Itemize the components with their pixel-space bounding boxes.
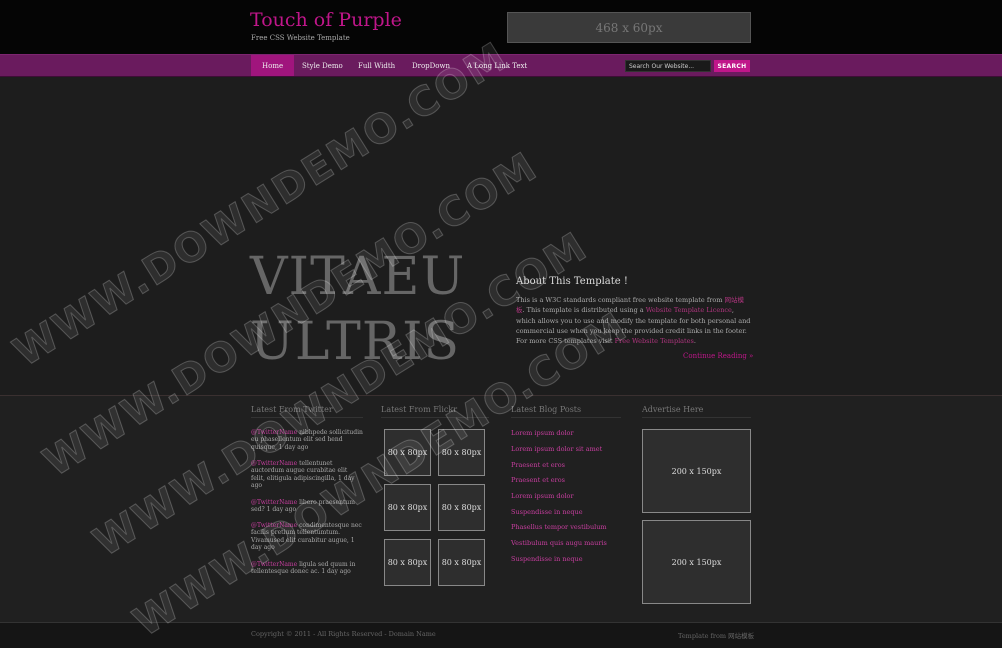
tweet-time: 1 day ago [266, 506, 297, 514]
blog-title: Latest Blog Posts [511, 405, 621, 418]
blog-post-link[interactable]: Lorem ipsum dolor [511, 492, 574, 500]
tweet-handle[interactable]: @TwitterName [251, 522, 297, 529]
search-button[interactable]: SEARCH [714, 60, 750, 72]
search-input[interactable]: Search Our Website... [625, 60, 711, 72]
blog-post-link[interactable]: Suspendisse in neque [511, 508, 583, 516]
site-title[interactable]: Touch of Purple [250, 9, 402, 31]
tweet-handle[interactable]: @TwitterName [251, 460, 297, 467]
tweet-handle[interactable]: @TwitterName [251, 429, 297, 436]
about-link-licence[interactable]: Website Template Licence [646, 306, 732, 314]
tweet-handle[interactable]: @TwitterName [251, 499, 297, 506]
tweet: @TwitterName libero praesentum sed? 1 da… [251, 499, 363, 514]
about-title: About This Template ! [516, 276, 628, 287]
flickr-thumb[interactable]: 80 x 80px [384, 429, 431, 476]
about-text: This is a W3C standards compliant free w… [516, 295, 752, 346]
advertise-title: Advertise Here [642, 405, 751, 418]
blog-post-link[interactable]: Suspendisse in neque [511, 555, 583, 563]
nav-long-link[interactable]: A Long Link Text [467, 55, 527, 76]
site-footer [0, 622, 1002, 648]
blog-post-link[interactable]: Praesent et eros [511, 461, 565, 469]
tweet-time: 1 day ago [278, 443, 309, 451]
tweet-handle[interactable]: @TwitterName [251, 561, 297, 568]
flickr-thumb[interactable]: 80 x 80px [384, 484, 431, 531]
copyright-text: Copyright © 2011 - All Rights Reserved -… [251, 630, 436, 638]
nav-full-width[interactable]: Full Width [358, 55, 395, 76]
twitter-title: Latest From Twitter [251, 405, 363, 418]
nav-dropdown[interactable]: DropDown [412, 55, 450, 76]
site-header: Touch of Purple Free CSS Website Templat… [0, 0, 1002, 54]
widgets-section [0, 395, 1002, 622]
about-link-free-templates[interactable]: Free Website Templates [615, 337, 694, 345]
continue-reading-link[interactable]: Continue Reading » [683, 352, 753, 360]
hero-heading-line-2: ULTRIS [250, 312, 461, 372]
nav-style-demo[interactable]: Style Demo [302, 55, 343, 76]
flickr-thumb[interactable]: 80 x 80px [438, 429, 485, 476]
hero-heading-line-1: VITAEU [250, 247, 466, 307]
blog-post-link[interactable]: Vestibulum quis augu mauris [511, 539, 607, 547]
main-navbar: Home Style Demo Full Width DropDown A Lo… [0, 54, 1002, 77]
footer-credit-link[interactable]: Template from 网站模板 [678, 630, 754, 640]
about-text-part: . [693, 337, 696, 346]
ad-box[interactable]: 200 x 150px [642, 520, 751, 604]
blog-post-link[interactable]: Phasellus tempor vestibulum [511, 523, 607, 531]
about-text-part: . This template is distributed using a [522, 306, 646, 315]
blog-post-link[interactable]: Lorem ipsum dolor sit amet [511, 445, 602, 453]
flickr-thumb[interactable]: 80 x 80px [384, 539, 431, 586]
flickr-title: Latest From Flickr [381, 405, 489, 418]
tweet: @TwitterName nibhpede sollicitudin eu ph… [251, 429, 363, 451]
site-tagline: Free CSS Website Template [251, 34, 350, 42]
tweet-time: 1 day ago [321, 568, 351, 576]
ad-box[interactable]: 200 x 150px [642, 429, 751, 513]
flickr-thumb[interactable]: 80 x 80px [438, 539, 485, 586]
tweet: @TwitterName tellentunet auctordum augue… [251, 460, 363, 490]
about-text-part: This is a W3C standards compliant free w… [516, 296, 725, 304]
hero-section [0, 77, 1002, 395]
tweet: @TwitterName ligula sed quum in tellente… [251, 561, 363, 576]
blog-post-link[interactable]: Praesent et eros [511, 476, 565, 484]
blog-post-link[interactable]: Lorem ipsum dolor [511, 429, 574, 437]
flickr-thumb[interactable]: 80 x 80px [438, 484, 485, 531]
nav-home[interactable]: Home [251, 55, 295, 76]
banner-ad-placeholder[interactable]: 468 x 60px [507, 12, 751, 43]
tweet: @TwitterName condimentesque nec facilis … [251, 522, 363, 552]
